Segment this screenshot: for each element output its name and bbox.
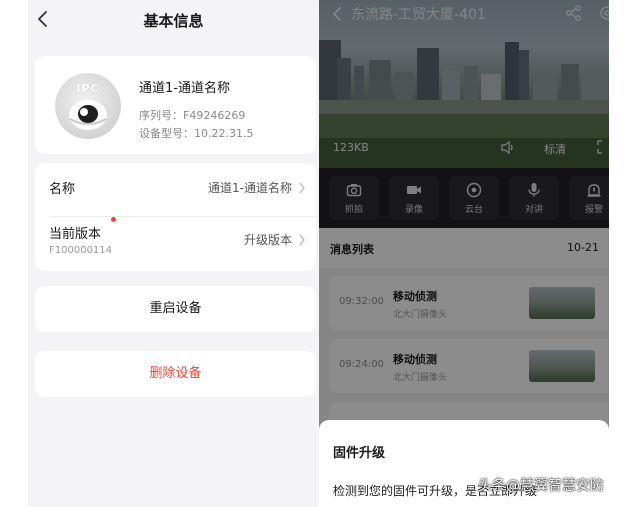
background-margin [609,0,640,507]
chevron-right-icon [299,234,305,246]
delete-device-button[interactable]: 删除设备 [35,351,316,397]
watermark: 头条@慧翼智慧安防 [478,478,604,494]
upgrade-action: 升级版本 [243,233,292,247]
chevron-right-icon [299,182,305,194]
device-card: IPC 通道1-通道名称 序列号：F49246269 设备型号：10.22.31… [35,56,316,154]
device-serial: 序列号：F49246269 [139,109,246,122]
nav-bar: 基本信息 [28,0,319,40]
ipc-camera-icon: IPC [55,73,121,139]
sheet-title: 固件升级 [333,446,386,461]
camera-lens-icon [69,100,107,130]
device-info-screen: 基本信息 IPC 通道1-通道名称 序列号：F49246269 设备型号：10.… [28,0,319,507]
name-value: 通道1-通道名称 [208,181,292,195]
restart-device-button[interactable]: 重启设备 [35,286,316,332]
update-badge-dot [111,217,116,222]
ipc-badge-label: IPC [76,82,100,95]
device-name: 通道1-通道名称 [139,81,230,96]
version-label: 当前版本 [49,227,102,242]
live-view-screen: 东流路-工贸大厦-401 123KB 标清 抓拍 录像 云台 对讲 报警 消息列… [319,0,609,507]
device-model: 设备型号：10.22.31.5 [139,127,254,140]
info-card: 名称 通道1-通道名称 当前版本 升级版本 F100000114 [35,163,316,271]
version-number: F100000114 [49,245,113,256]
name-label: 名称 [49,182,76,197]
name-row[interactable]: 名称 通道1-通道名称 [35,163,316,217]
version-row[interactable]: 当前版本 升级版本 [35,217,316,271]
page-title: 基本信息 [143,12,204,30]
